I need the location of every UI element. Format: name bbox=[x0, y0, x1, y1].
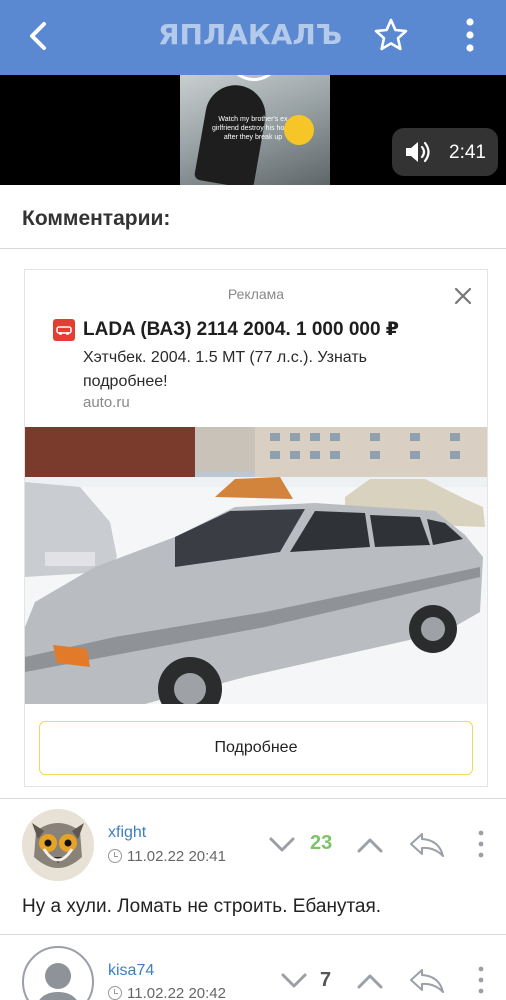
comment-date-text: 11.02.22 20:41 bbox=[127, 848, 226, 865]
star-icon[interactable] bbox=[372, 16, 410, 54]
avatar[interactable] bbox=[22, 809, 94, 881]
ad-more-button[interactable]: Подробнее bbox=[39, 721, 473, 775]
divider bbox=[0, 248, 506, 249]
comment-score: 7 bbox=[320, 969, 332, 991]
comment-username[interactable]: kisa74 bbox=[108, 962, 154, 980]
avatar[interactable] bbox=[22, 946, 94, 1000]
comment-date-text: 11.02.22 20:42 bbox=[127, 985, 226, 1000]
close-icon[interactable] bbox=[451, 284, 475, 308]
vote-down-icon[interactable] bbox=[268, 836, 296, 859]
comment-score: 23 bbox=[310, 832, 333, 854]
vote-up-icon[interactable] bbox=[356, 972, 384, 995]
clock-icon bbox=[108, 849, 122, 863]
video-duration: 2:41 bbox=[449, 142, 486, 163]
ad-car-photo[interactable] bbox=[25, 427, 487, 704]
vote-up-icon[interactable] bbox=[356, 836, 384, 859]
vote-down-icon[interactable] bbox=[280, 972, 308, 995]
autoru-brand-icon bbox=[53, 319, 75, 341]
clock-icon bbox=[108, 986, 122, 1000]
ad-title[interactable]: LADA (ВАЗ) 2114 2004. 1 000 000 ₽ bbox=[83, 318, 399, 341]
play-ring bbox=[226, 75, 282, 81]
top-bar: ЯПЛАКАЛЪ bbox=[0, 0, 506, 75]
comment-item: xfight 11.02.22 20:41 23 Ну а хули. Лома… bbox=[0, 799, 506, 934]
ad-description[interactable]: Хэтчбек. 2004. 1.5 MT (77 л.с.). Узнать … bbox=[83, 346, 453, 394]
scream-emoji-icon bbox=[284, 115, 314, 145]
comment-item: kisa74 11.02.22 20:42 7 bbox=[0, 935, 506, 1000]
comment-date: 11.02.22 20:41 bbox=[108, 848, 226, 865]
more-vertical-icon[interactable] bbox=[456, 16, 484, 56]
volume-icon bbox=[406, 141, 430, 163]
sound-duration-button[interactable]: 2:41 bbox=[392, 128, 498, 176]
comments-heading: Комментарии: bbox=[22, 207, 171, 230]
video-thumbnail[interactable]: Watch my brother's ex girlfriend destroy… bbox=[180, 75, 330, 185]
ad-domain[interactable]: auto.ru bbox=[83, 394, 130, 411]
ad-label: Реклама bbox=[227, 286, 285, 302]
site-logo[interactable]: ЯПЛАКАЛЪ bbox=[158, 18, 342, 51]
more-vertical-icon[interactable] bbox=[476, 829, 486, 864]
ad-card[interactable]: Реклама LADA (ВАЗ) 2114 2004. 1 000 000 … bbox=[24, 269, 488, 787]
comment-text: Ну а хули. Ломать не строить. Ебанутая. bbox=[22, 896, 382, 917]
back-arrow-icon[interactable] bbox=[22, 18, 58, 54]
comment-username[interactable]: xfight bbox=[108, 824, 146, 842]
reply-icon[interactable] bbox=[408, 967, 446, 1000]
comment-date: 11.02.22 20:42 bbox=[108, 985, 226, 1000]
reply-icon[interactable] bbox=[408, 831, 446, 864]
more-vertical-icon[interactable] bbox=[476, 965, 486, 1000]
